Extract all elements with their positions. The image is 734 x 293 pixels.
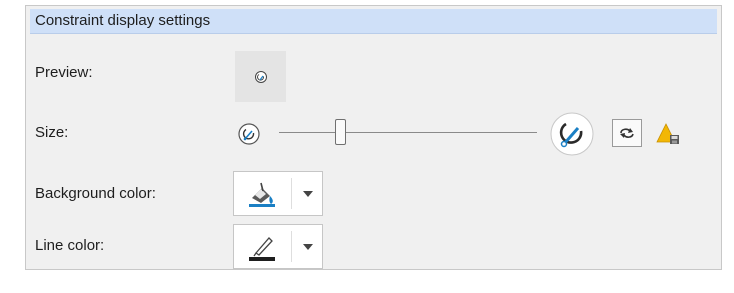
chevron-down-icon[interactable] <box>302 189 314 199</box>
warning-save-icon <box>656 123 679 144</box>
constraint-small-icon <box>238 123 260 145</box>
line-color-label: Line color: <box>35 237 105 254</box>
preview-label: Preview: <box>35 64 93 81</box>
preview-area <box>235 51 286 102</box>
size-slider-track[interactable] <box>279 132 537 133</box>
size-slider-thumb[interactable] <box>335 119 347 145</box>
swap-toggle-button[interactable] <box>612 119 642 147</box>
constraint-preview-icon <box>254 70 267 83</box>
section-header: Constraint display settings <box>30 9 717 34</box>
swap-arrows-icon <box>620 128 634 138</box>
chevron-down-icon[interactable] <box>302 242 314 252</box>
paint-bucket-icon <box>249 182 275 207</box>
dropdown-divider <box>291 178 292 209</box>
pen-line-icon <box>249 237 275 261</box>
dropdown-divider <box>291 231 292 262</box>
background-color-label: Background color: <box>35 185 156 202</box>
constraint-large-icon <box>550 112 594 156</box>
line-color-dropdown[interactable] <box>233 224 323 269</box>
background-color-dropdown[interactable] <box>233 171 323 216</box>
size-label: Size: <box>35 124 69 141</box>
constraint-display-settings-panel: Constraint display settings Preview: Siz… <box>25 5 722 270</box>
